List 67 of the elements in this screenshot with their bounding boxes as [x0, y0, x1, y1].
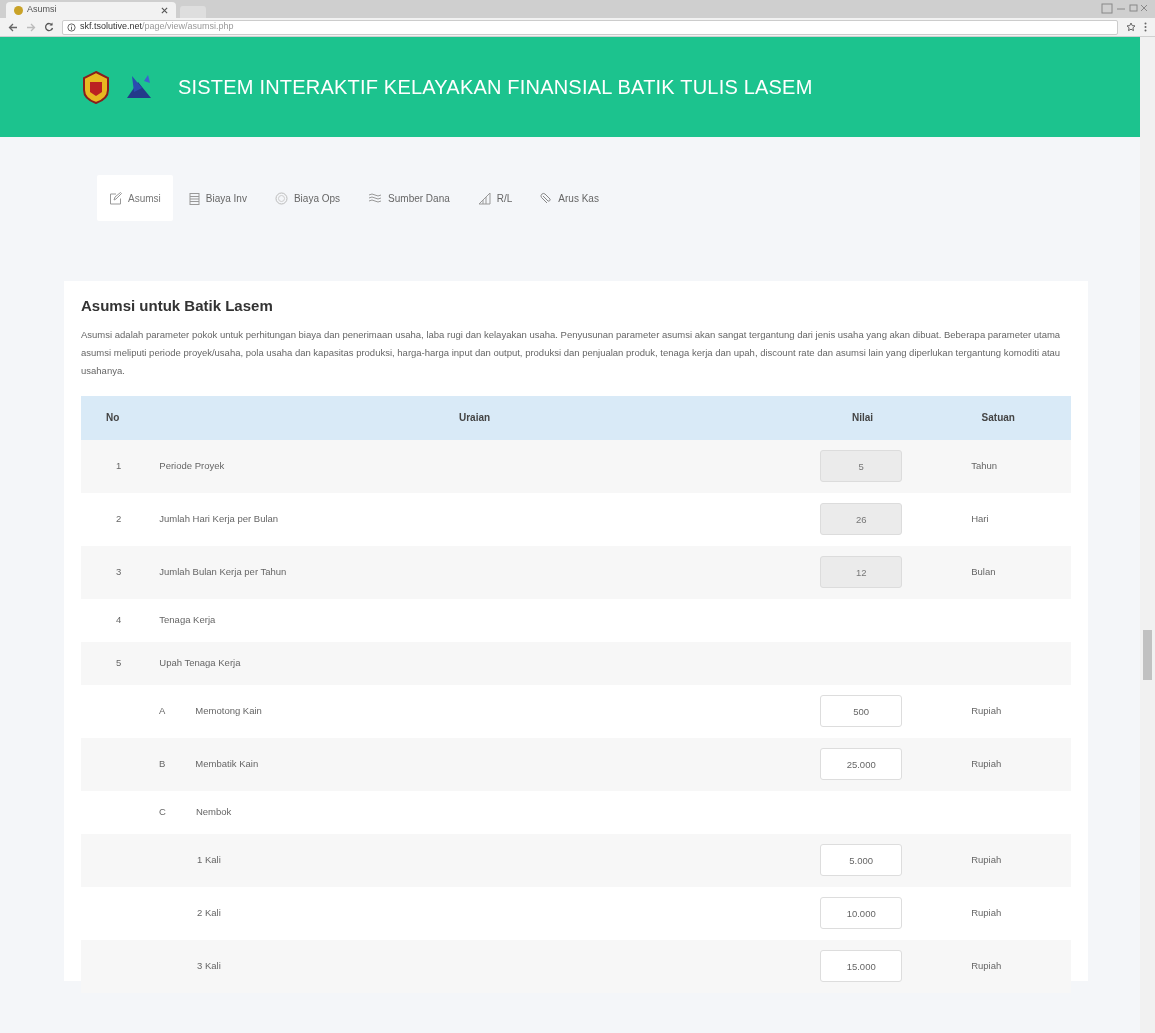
url-path: /page/view/asumsi.php	[142, 21, 234, 32]
nav-tab[interactable]: Biaya Inv	[176, 175, 259, 221]
back-icon[interactable]	[8, 22, 18, 32]
unit-label: Rupiah	[971, 906, 1002, 918]
row-label: Periode Proyek	[158, 458, 225, 473]
scrollbar-thumb[interactable]	[1143, 630, 1152, 680]
row-label: 3 Kali	[196, 958, 221, 973]
nav-tab[interactable]: Asumsi	[97, 175, 173, 221]
chart-icon	[477, 191, 491, 205]
edit-icon	[109, 191, 122, 205]
nav-tab[interactable]: R/L	[465, 175, 525, 221]
row-number: 5	[115, 655, 122, 670]
row-label: 2 Kali	[196, 905, 221, 920]
unit-label: Bulan	[971, 565, 996, 577]
column-header: Nilai	[851, 412, 874, 423]
row-number: 1	[115, 458, 122, 473]
menu-icon[interactable]	[1144, 22, 1147, 32]
url-host: skf.tsolutive.net	[80, 21, 143, 32]
nav-tab[interactable]: Arus Kas	[528, 175, 611, 221]
row-label: Tenaga Kerja	[158, 612, 216, 627]
unit-label: Rupiah	[971, 959, 1002, 971]
column-header: No	[106, 412, 120, 423]
value-field[interactable]: 15.000	[820, 950, 903, 982]
paperclip-icon	[540, 191, 553, 205]
row-label: Jumlah Bulan Kerja per Tahun	[158, 564, 287, 579]
unit-label: Tahun	[971, 459, 998, 471]
site-title: SISTEM INTERAKTIF KELAYAKAN FINANSIAL BATIK TULIS LASEM	[178, 75, 813, 100]
row-number: 4	[115, 612, 122, 627]
row-label: Nembok	[194, 804, 232, 819]
favicon-icon	[14, 5, 23, 15]
unit-label: Rupiah	[971, 757, 1002, 769]
value-field[interactable]: 5.000	[820, 844, 903, 876]
column-header: Uraian	[458, 412, 491, 423]
row-label: Membatik Kain	[194, 756, 259, 771]
emblem-icon	[80, 70, 112, 104]
window-controls-icon[interactable]	[1101, 3, 1149, 14]
row-number: B	[158, 756, 166, 771]
row-number: 3	[115, 564, 122, 579]
unit-label: Rupiah	[971, 704, 1002, 716]
row-number: C	[158, 804, 166, 819]
nav-tab[interactable]: Biaya Ops	[262, 175, 353, 221]
star-icon[interactable]	[1126, 22, 1136, 32]
scrollbar-track[interactable]	[1140, 37, 1155, 1033]
row-number: A	[158, 703, 166, 718]
card-description: Asumsi adalah parameter pokok untuk perhitungan biaya dan penerimaan usaha, laba rugi dan kelayakan usaha. Penyusunan parameter asumsi akan sangat tergantung dari jenis usaha yang akan dibuat. Beberapa parameter utama asumsi meliputi periode proyek/usaha, pola usaha dan kapasitas produksi, harga-harga input dan output, produksi dan penjualan produk, tenaga kerja dan upah, discount rate dan asumsi lain yang diperlukan tergantung komoditi atau usahanya.	[81, 327, 1062, 378]
nav-tab[interactable]: Sumber Dana	[356, 175, 462, 221]
value-field[interactable]: 25.000	[820, 748, 903, 780]
row-number: 2	[115, 511, 122, 526]
unit-label: Rupiah	[971, 853, 1002, 865]
value-field[interactable]: 10.000	[820, 897, 903, 929]
address-bar[interactable]: skf.tsolutive.net/page/view/asumsi.php	[62, 19, 1118, 35]
row-label: Upah Tenaga Kerja	[158, 655, 241, 670]
unit-label: Hari	[971, 512, 989, 524]
column-header: Satuan	[981, 412, 1015, 423]
close-icon[interactable]	[161, 6, 168, 14]
row-label: 1 Kali	[196, 852, 221, 867]
coin-icon	[274, 191, 288, 205]
waves-icon	[368, 193, 383, 203]
tab-title: Asumsi	[27, 3, 57, 17]
row-label: Jumlah Hari Kerja per Bulan	[158, 511, 279, 526]
value-field[interactable]: 500	[820, 695, 903, 727]
browser-tab[interactable]: Asumsi	[6, 2, 176, 18]
reload-icon[interactable]	[44, 22, 54, 32]
card-title: Asumsi untuk Batik Lasem	[81, 296, 274, 316]
info-icon	[67, 22, 76, 32]
calendar-icon	[188, 191, 200, 205]
row-label: Memotong Kain	[194, 703, 262, 718]
